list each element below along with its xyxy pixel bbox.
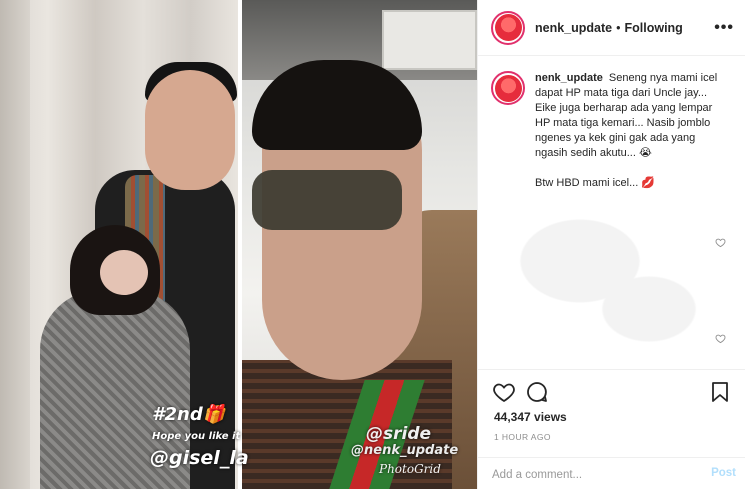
sticker-hope-you-like-it: Hope you like it (152, 431, 241, 442)
header-text: nenk_update • Following (535, 21, 683, 35)
post-side-panel: nenk_update • Following ••• nenk_update … (477, 0, 745, 489)
avatar[interactable] (491, 10, 525, 45)
separator-dot: • (616, 20, 621, 35)
add-comment-bar: Post (478, 457, 745, 489)
comment-like-heart-icon[interactable] (715, 237, 726, 248)
watermark-handle: @nenk_update (351, 443, 459, 458)
post-comment-button[interactable]: Post (711, 467, 736, 479)
post-actions: 44,347 views 1 HOUR AGO Post (478, 369, 745, 489)
more-options-icon[interactable]: ••• (714, 19, 734, 37)
caption-body: nenk_update Seneng nya mami icel dapat H… (535, 71, 725, 191)
person-head-shape (145, 70, 235, 190)
post-header: nenk_update • Following ••• (478, 0, 745, 56)
post-media[interactable]: #2nd🎁 Hope you like it @gisel_la @sride … (0, 0, 477, 489)
following-button[interactable]: Following (625, 21, 683, 35)
comment-input[interactable] (492, 466, 692, 484)
bookmark-icon[interactable] (708, 380, 732, 404)
comment-icon[interactable] (525, 380, 549, 404)
caption-avatar[interactable] (491, 71, 525, 105)
sticker-gisel-handle: @gisel_la (150, 447, 249, 469)
curtain-shape (0, 0, 30, 489)
sticker-2nd: #2nd🎁 (152, 404, 226, 425)
avatar-logo (494, 74, 522, 102)
post-timestamp[interactable]: 1 HOUR AGO (494, 432, 551, 442)
media-right-panel (242, 0, 477, 489)
comments-section[interactable]: nenk_update Seneng nya mami icel dapat H… (478, 57, 745, 369)
station-sign-shape (382, 10, 477, 70)
photogrid-watermark: PhotoGrid (379, 462, 441, 476)
header-username[interactable]: nenk_update (535, 21, 612, 35)
avatar-logo (494, 14, 522, 41)
caption-text: Seneng nya mami icel dapat HP mata tiga … (535, 72, 718, 159)
background-ghost-image (488, 197, 718, 357)
comment-like-heart-icon[interactable] (715, 333, 726, 344)
caption-username[interactable]: nenk_update (535, 72, 603, 84)
sunglasses-shape (252, 170, 402, 230)
sticker-sride-handle: @sride (366, 424, 432, 444)
caption-comment: nenk_update Seneng nya mami icel dapat H… (491, 71, 725, 191)
view-count[interactable]: 44,347 views (494, 410, 567, 424)
person-face-shape (100, 250, 148, 295)
caption-text-2: Btw HBD mami icel... 💋 (535, 177, 656, 189)
heart-icon[interactable] (492, 380, 516, 404)
